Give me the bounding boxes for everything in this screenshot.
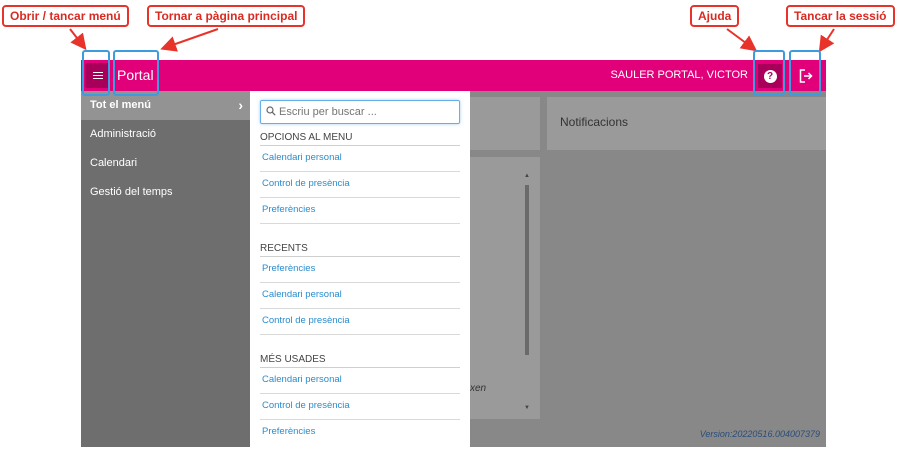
annotation-logout: Tancar la sessió — [786, 5, 895, 27]
sidebar-item-time-management[interactable]: Gestió del temps — [81, 178, 250, 207]
menu-link-personal-calendar[interactable]: Calendari personal — [260, 283, 460, 309]
sidebar-item-label: Tot el menú — [90, 99, 151, 111]
menu-panel: OPCIONS AL MENU Calendari personal Contr… — [250, 91, 470, 447]
arrow-logout — [818, 28, 835, 53]
partial-text: xen — [470, 383, 487, 394]
notifications-card: Notificacions — [547, 97, 826, 150]
search-box[interactable] — [260, 100, 460, 124]
menu-link-preferences[interactable]: Preferències — [260, 420, 460, 446]
arrow-help — [726, 28, 758, 52]
sidebar-item-label: Gestió del temps — [90, 186, 173, 198]
content-card — [470, 97, 540, 150]
menu-link-presence-control[interactable]: Control de presència — [260, 309, 460, 335]
main-content: Notificacions ▲ ▼ xen Version:20220516.0… — [470, 91, 826, 447]
sidebar-item-label: Calendari — [90, 157, 138, 169]
version-label: Version:20220516.004007379 — [699, 429, 820, 439]
arrow-home — [160, 28, 219, 52]
menu-link-personal-calendar[interactable]: Calendari personal — [260, 368, 460, 394]
highlight-help — [753, 50, 785, 96]
search-input[interactable] — [279, 103, 454, 121]
scrollbar-thumb[interactable] — [525, 185, 529, 355]
annotation-home: Tornar a pàgina principal — [147, 5, 306, 27]
scrollbar[interactable]: ▲ ▼ — [523, 173, 531, 411]
chevron-right-icon: › — [238, 97, 243, 113]
menu-link-preferences[interactable]: Preferències — [260, 198, 460, 224]
highlight-home — [113, 50, 159, 96]
app-window: Portal SAULER PORTAL, VICTOR ? Tot el me… — [81, 60, 826, 447]
notifications-title: Notificacions — [560, 115, 629, 129]
menu-link-presence-control[interactable]: Control de presència — [260, 172, 460, 198]
scroll-down-icon[interactable]: ▼ — [524, 405, 530, 411]
highlight-logout — [789, 50, 821, 96]
sidebar-item-label: Administració — [90, 128, 157, 140]
section-title-menu-options: OPCIONS AL MENU — [260, 124, 460, 146]
user-name: SAULER PORTAL, VICTOR — [610, 69, 748, 81]
annotation-help: Ajuda — [690, 5, 740, 27]
arrow-menu-toggle — [69, 28, 87, 51]
section-title-most-used: MÉS USADES — [260, 345, 460, 368]
scroll-up-icon[interactable]: ▲ — [524, 173, 530, 179]
content-card-list: ▲ ▼ xen — [470, 157, 540, 419]
menu-link-preferences[interactable]: Preferències — [260, 257, 460, 283]
annotated-screenshot: Obrir / tancar menú Tornar a pàgina prin… — [0, 0, 900, 457]
sidebar: Tot el menú › Administració Calendari Ge… — [81, 91, 250, 447]
section-title-recent: RECENTS — [260, 234, 460, 257]
sidebar-item-calendar[interactable]: Calendari — [81, 149, 250, 178]
highlight-menu-toggle — [82, 50, 110, 96]
menu-link-presence-control[interactable]: Control de presència — [260, 394, 460, 420]
top-bar: Portal SAULER PORTAL, VICTOR ? — [81, 60, 826, 91]
sidebar-item-administration[interactable]: Administració — [81, 120, 250, 149]
menu-link-personal-calendar[interactable]: Calendari personal — [260, 146, 460, 172]
annotation-menu-toggle: Obrir / tancar menú — [2, 5, 129, 27]
search-icon — [266, 106, 276, 116]
